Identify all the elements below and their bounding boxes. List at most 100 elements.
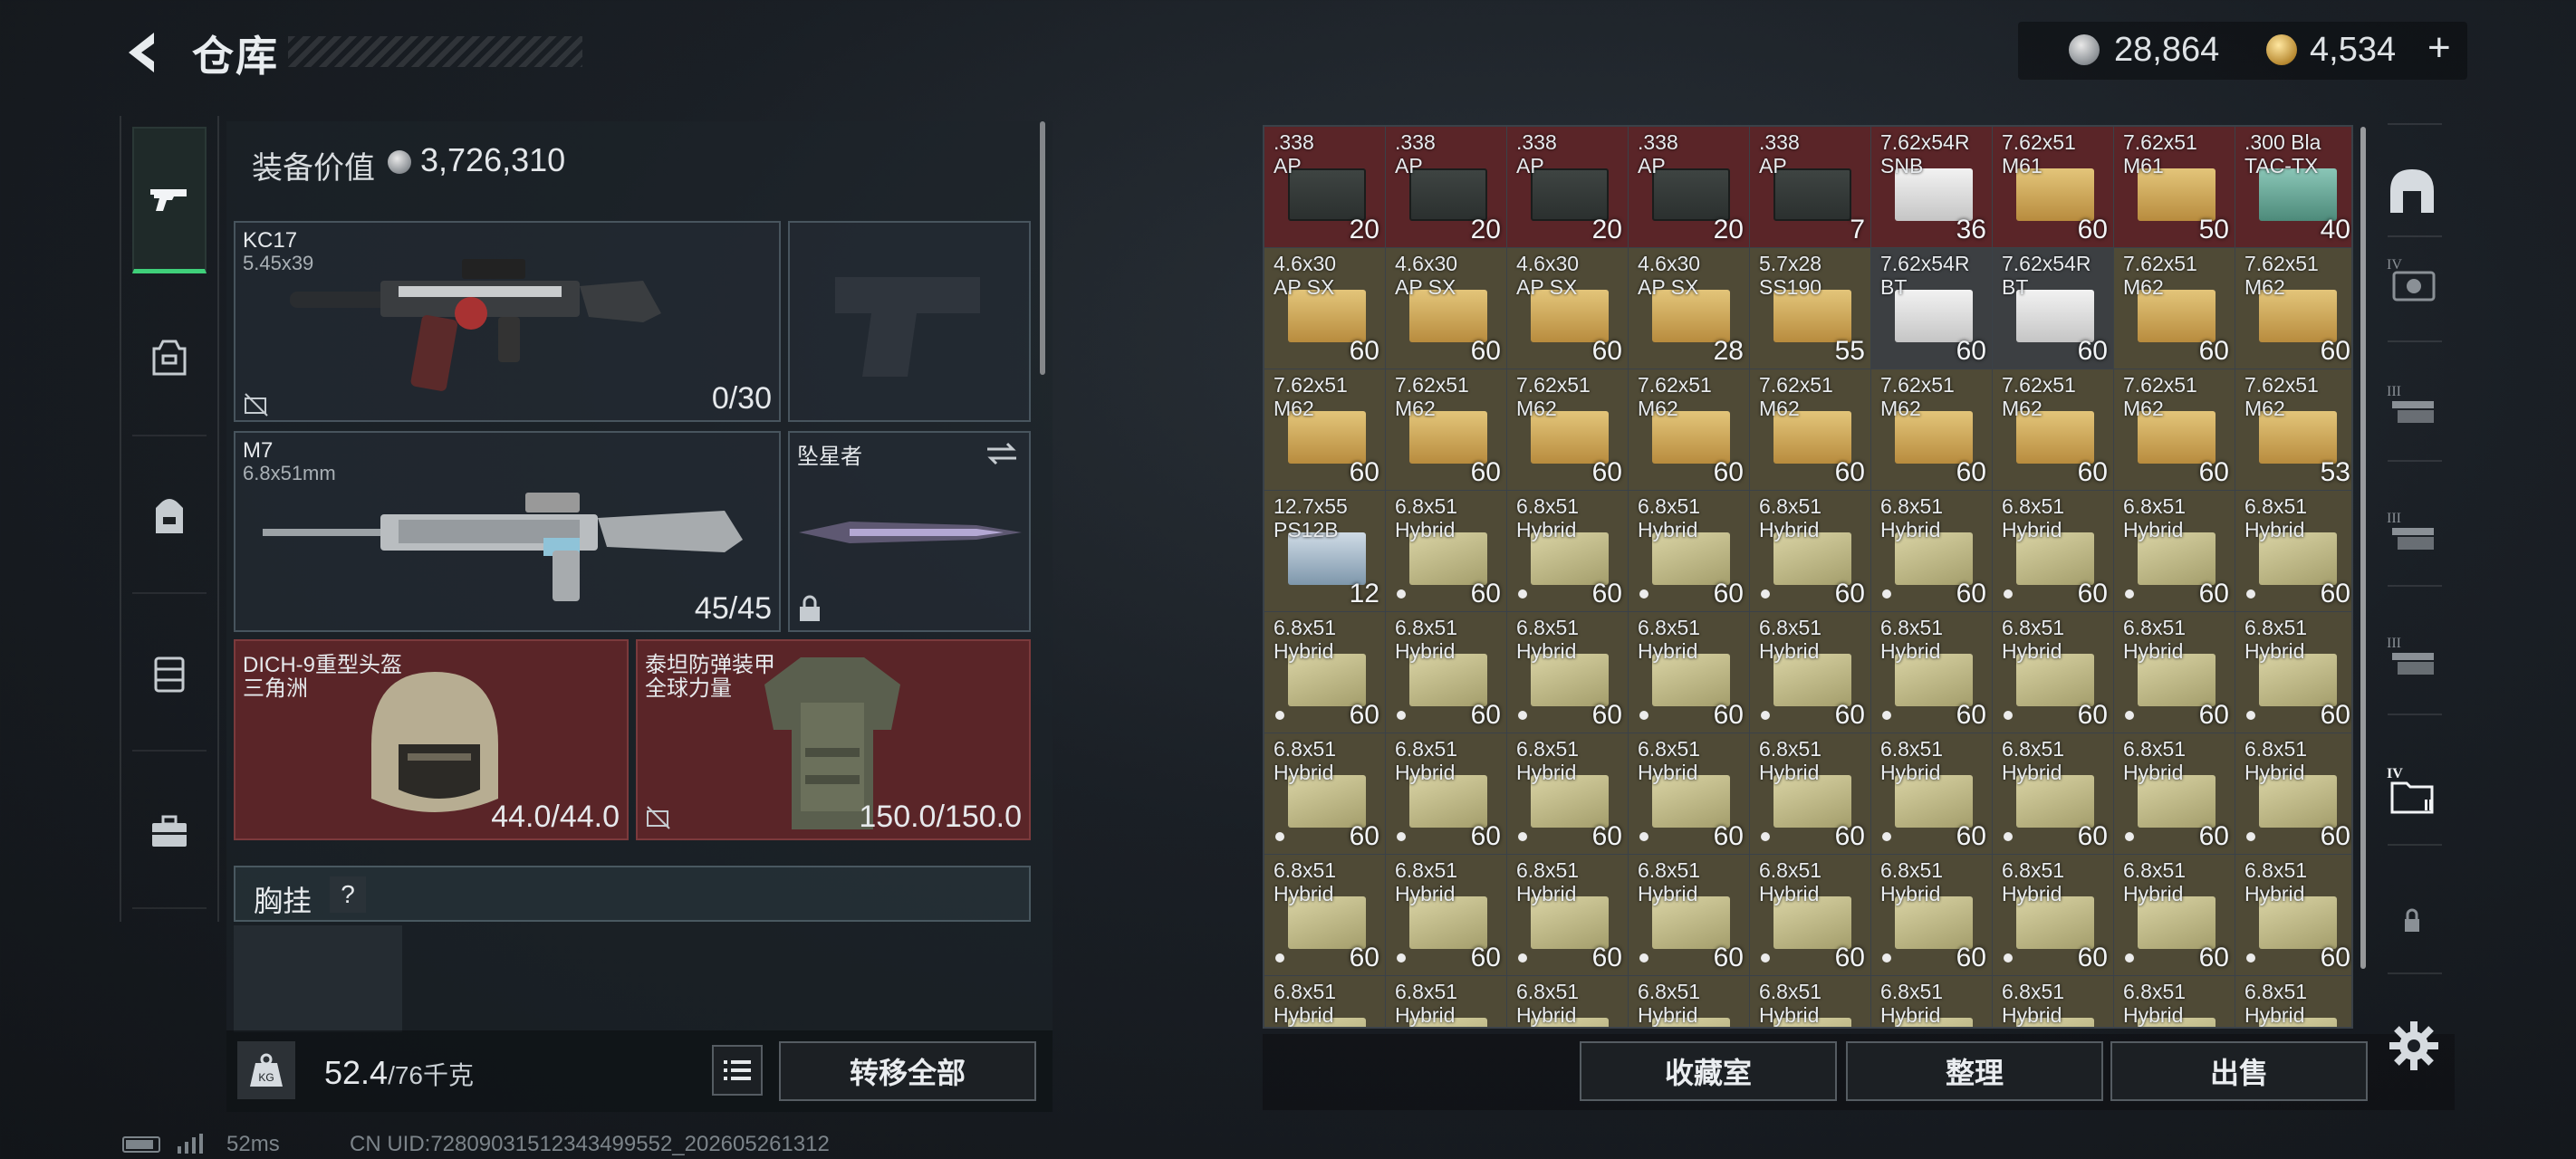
storage-item[interactable]: 7.62x51 M61 60 bbox=[1993, 127, 2113, 247]
helmet-slot[interactable]: DICH-9重型头盔 三角洲 44.0/44.0 bbox=[234, 639, 629, 840]
storage-item[interactable]: 6.8x51 Hybrid 60 bbox=[1629, 491, 1749, 611]
storage-item[interactable]: 7.62x51 M62 60 bbox=[1750, 369, 1870, 490]
storage-item[interactable]: 7.62x51 M62 60 bbox=[1629, 369, 1749, 490]
storage-item[interactable]: 6.8x51 Hybrid 60 bbox=[1507, 733, 1628, 854]
storage-item[interactable]: 6.8x51 Hybrid 60 bbox=[1386, 491, 1506, 611]
tab-briefcase[interactable] bbox=[132, 755, 207, 909]
storage-item[interactable]: 6.8x51 Hybrid bbox=[1507, 976, 1628, 1027]
primary-weapon-slot[interactable]: KC17 5.45x39 0/30 bbox=[234, 221, 781, 422]
storage-item[interactable]: 6.8x51 Hybrid 60 bbox=[2114, 855, 2235, 975]
storage-item[interactable]: 7.62x54R BT 60 bbox=[1993, 248, 2113, 369]
storage-item[interactable]: 6.8x51 Hybrid 60 bbox=[1871, 733, 1992, 854]
collection-room-button[interactable]: 收藏室 bbox=[1580, 1041, 1837, 1101]
storage-item[interactable]: 4.6x30 AP SX 60 bbox=[1507, 248, 1628, 369]
storage-item[interactable]: 6.8x51 Hybrid 60 bbox=[1993, 612, 2113, 733]
storage-item[interactable]: 6.8x51 Hybrid 60 bbox=[2114, 612, 2235, 733]
tab-storage-iv-camera[interactable]: IV bbox=[2380, 248, 2444, 311]
storage-item[interactable]: 6.8x51 Hybrid 60 bbox=[2235, 612, 2351, 733]
storage-item[interactable]: 4.6x30 AP SX 28 bbox=[1629, 248, 1749, 369]
list-view-button[interactable] bbox=[712, 1045, 763, 1096]
storage-item[interactable]: 7.62x51 M62 60 bbox=[1264, 369, 1385, 490]
storage-item[interactable]: 6.8x51 Hybrid 60 bbox=[1871, 612, 1992, 733]
storage-item[interactable]: 6.8x51 Hybrid 60 bbox=[1629, 733, 1749, 854]
storage-item[interactable]: 6.8x51 Hybrid 60 bbox=[1507, 612, 1628, 733]
storage-item[interactable]: 6.8x51 Hybrid bbox=[1629, 976, 1749, 1027]
tab-safe-box[interactable] bbox=[2380, 159, 2444, 223]
sell-button[interactable]: 出售 bbox=[2110, 1041, 2368, 1101]
transfer-all-button[interactable]: 转移全部 bbox=[779, 1041, 1036, 1101]
storage-item[interactable]: .300 Bla TAC-TX 40 bbox=[2235, 127, 2351, 247]
storage-item[interactable]: 6.8x51 Hybrid 60 bbox=[1507, 491, 1628, 611]
storage-item[interactable]: 7.62x51 M62 60 bbox=[1871, 369, 1992, 490]
storage-item[interactable]: 6.8x51 Hybrid 60 bbox=[1871, 855, 1992, 975]
storage-item[interactable]: 4.6x30 AP SX 60 bbox=[1264, 248, 1385, 369]
equipment-scrollbar[interactable] bbox=[1040, 121, 1045, 375]
storage-item[interactable]: 7.62x51 M61 50 bbox=[2114, 127, 2235, 247]
storage-item[interactable]: 6.8x51 Hybrid 60 bbox=[2235, 855, 2351, 975]
storage-item[interactable]: 6.8x51 Hybrid bbox=[2235, 976, 2351, 1027]
chest-rig-header[interactable]: 胸挂 ? bbox=[234, 866, 1031, 922]
tab-backpack[interactable] bbox=[132, 440, 207, 594]
storage-item[interactable]: 4.6x30 AP SX 60 bbox=[1386, 248, 1506, 369]
storage-item[interactable]: 6.8x51 Hybrid bbox=[2114, 976, 2235, 1027]
storage-item[interactable]: 5.7x28 SS190 55 bbox=[1750, 248, 1870, 369]
storage-item[interactable]: 7.62x51 M62 60 bbox=[2235, 248, 2351, 369]
storage-item[interactable]: 6.8x51 Hybrid 60 bbox=[1264, 612, 1385, 733]
swap-icon[interactable] bbox=[984, 440, 1020, 467]
storage-item[interactable]: 6.8x51 Hybrid 60 bbox=[1750, 612, 1870, 733]
storage-item[interactable]: .338 AP 20 bbox=[1507, 127, 1628, 247]
storage-item[interactable]: 6.8x51 Hybrid 60 bbox=[1264, 733, 1385, 854]
melee-slot[interactable]: 坠星者 bbox=[788, 431, 1031, 632]
storage-item[interactable]: 7.62x54R BT 60 bbox=[1871, 248, 1992, 369]
storage-item[interactable]: 6.8x51 Hybrid 60 bbox=[1629, 612, 1749, 733]
storage-item[interactable]: 6.8x51 Hybrid 60 bbox=[2235, 733, 2351, 854]
armor-slot[interactable]: 泰坦防弹装甲 全球力量 150.0/150.0 bbox=[636, 639, 1031, 840]
chest-rig-slot[interactable] bbox=[234, 925, 402, 1032]
storage-item[interactable]: 7.62x51 M62 53 bbox=[2235, 369, 2351, 490]
storage-item[interactable]: .338 AP 20 bbox=[1386, 127, 1506, 247]
storage-item[interactable]: 6.8x51 Hybrid 60 bbox=[1750, 491, 1870, 611]
storage-item[interactable]: 6.8x51 Hybrid 60 bbox=[1871, 491, 1992, 611]
pistol-slot[interactable] bbox=[788, 221, 1031, 422]
storage-item[interactable]: 7.62x51 M62 60 bbox=[2114, 248, 2235, 369]
storage-item[interactable]: 6.8x51 Hybrid bbox=[1871, 976, 1992, 1027]
storage-item[interactable]: 6.8x51 Hybrid bbox=[1264, 976, 1385, 1027]
help-button[interactable]: ? bbox=[330, 876, 366, 913]
storage-item[interactable]: .338 AP 7 bbox=[1750, 127, 1870, 247]
storage-item[interactable]: 6.8x51 Hybrid 60 bbox=[2235, 491, 2351, 611]
storage-item[interactable]: .338 AP 20 bbox=[1264, 127, 1385, 247]
back-button[interactable] bbox=[118, 25, 172, 80]
storage-scrollbar[interactable] bbox=[2360, 127, 2366, 969]
storage-item[interactable]: 6.8x51 Hybrid 60 bbox=[2114, 733, 2235, 854]
storage-item[interactable]: 6.8x51 Hybrid 60 bbox=[1993, 855, 2113, 975]
sort-button[interactable]: 整理 bbox=[1846, 1041, 2103, 1101]
storage-item[interactable]: 7.62x51 M62 60 bbox=[2114, 369, 2235, 490]
storage-item[interactable]: 7.62x51 M62 60 bbox=[1386, 369, 1506, 490]
tab-storage-iii-c[interactable]: III bbox=[2380, 627, 2444, 690]
add-currency-button[interactable]: + bbox=[2427, 25, 2451, 71]
storage-item[interactable]: 6.8x51 Hybrid 60 bbox=[1993, 491, 2113, 611]
settings-gear-icon[interactable] bbox=[2388, 1020, 2440, 1072]
storage-item[interactable]: 6.8x51 Hybrid 60 bbox=[1507, 855, 1628, 975]
tab-chest-rig[interactable] bbox=[132, 283, 207, 436]
storage-item[interactable]: 7.62x51 M62 60 bbox=[1507, 369, 1628, 490]
storage-item[interactable]: 6.8x51 Hybrid bbox=[1993, 976, 2113, 1027]
tab-weapons[interactable] bbox=[132, 127, 207, 273]
storage-item[interactable]: 6.8x51 Hybrid bbox=[1750, 976, 1870, 1027]
storage-item[interactable]: 6.8x51 Hybrid 60 bbox=[1629, 855, 1749, 975]
tab-storage-iii-b[interactable]: III bbox=[2380, 502, 2444, 565]
storage-item[interactable]: 12.7x55 PS12B 12 bbox=[1264, 491, 1385, 611]
storage-item[interactable]: 6.8x51 Hybrid 60 bbox=[1750, 855, 1870, 975]
storage-item[interactable]: 6.8x51 Hybrid 60 bbox=[2114, 491, 2235, 611]
storage-item[interactable]: 7.62x51 M62 60 bbox=[1993, 369, 2113, 490]
storage-item[interactable]: 7.62x54R SNB 36 bbox=[1871, 127, 1992, 247]
storage-item[interactable]: 6.8x51 Hybrid 60 bbox=[1993, 733, 2113, 854]
tab-storage-iv-active[interactable]: IV bbox=[2380, 757, 2444, 820]
tab-storage-iii-a[interactable]: III bbox=[2380, 375, 2444, 438]
storage-item[interactable]: .338 AP 20 bbox=[1629, 127, 1749, 247]
tab-locker[interactable] bbox=[132, 598, 207, 752]
storage-item[interactable]: 6.8x51 Hybrid bbox=[1386, 976, 1506, 1027]
storage-item[interactable]: 6.8x51 Hybrid 60 bbox=[1264, 855, 1385, 975]
secondary-weapon-slot[interactable]: M7 6.8x51mm 45/45 bbox=[234, 431, 781, 632]
storage-item[interactable]: 6.8x51 Hybrid 60 bbox=[1750, 733, 1870, 854]
